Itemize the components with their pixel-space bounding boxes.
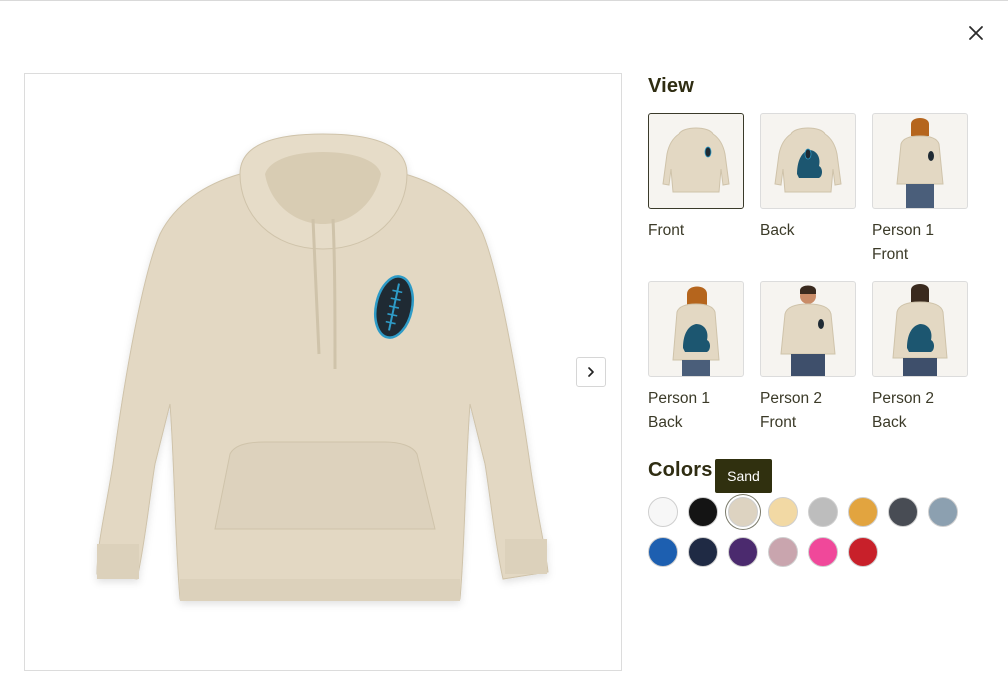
view-label-person-1-front: Person 1 Front	[872, 222, 935, 263]
person-1-back-thumb	[672, 286, 720, 376]
swatch-purple[interactable]	[728, 537, 758, 567]
swatch-navy[interactable]	[688, 537, 718, 567]
view-item-person-2-front[interactable]: Person 2 Front	[760, 281, 856, 435]
color-tooltip: Sand	[715, 459, 772, 493]
swatch-slate-blue[interactable]	[928, 497, 958, 527]
view-thumb-back	[760, 113, 856, 209]
swatch-charcoal[interactable]	[888, 497, 918, 527]
swatch-black[interactable]	[688, 497, 718, 527]
view-label-person-2-back: Person 2 Back	[872, 390, 935, 431]
swatch-royal-blue[interactable]	[648, 537, 678, 567]
view-thumb-front	[648, 113, 744, 209]
hoodie-image	[96, 133, 549, 601]
view-thumb-person-2-front	[760, 281, 856, 377]
swatch-sand[interactable]	[728, 497, 758, 527]
view-label-front: Front	[648, 222, 685, 239]
swatch-pink[interactable]	[808, 537, 838, 567]
swatch-cream[interactable]	[768, 497, 798, 527]
view-label-person-2-front: Person 2 Front	[760, 390, 823, 431]
view-label-person-1-back: Person 1 Back	[648, 390, 711, 431]
swatch-red[interactable]	[848, 537, 878, 567]
view-label-back: Back	[760, 222, 795, 239]
colors-title: Colors	[648, 459, 713, 481]
view-item-back[interactable]: Back	[760, 113, 856, 243]
view-title: View	[648, 75, 695, 97]
hoodie-front-thumb	[662, 127, 730, 193]
swatch-heather-grey[interactable]	[808, 497, 838, 527]
modal-top-border	[0, 0, 1008, 1]
chevron-right-icon	[588, 367, 594, 377]
view-item-person-2-back[interactable]: Person 2 Back	[872, 281, 968, 435]
person-2-front-thumb	[780, 285, 836, 376]
person-2-back-thumb	[892, 284, 948, 376]
swatch-white[interactable]	[648, 497, 678, 527]
hoodie-back-thumb	[774, 127, 842, 193]
close-button[interactable]	[962, 19, 990, 47]
view-item-front[interactable]: Front	[648, 113, 744, 243]
person-1-front-thumb	[896, 118, 944, 208]
view-thumb-person-1-front	[872, 113, 968, 209]
main-product-image	[24, 73, 622, 671]
next-image-button[interactable]	[576, 357, 606, 387]
close-icon	[969, 26, 983, 40]
view-thumb-person-2-back	[872, 281, 968, 377]
swatch-gold[interactable]	[848, 497, 878, 527]
view-item-person-1-front[interactable]: Person 1 Front	[872, 113, 968, 267]
swatch-mauve[interactable]	[768, 537, 798, 567]
view-thumb-person-1-back	[648, 281, 744, 377]
view-item-person-1-back[interactable]: Person 1 Back	[648, 281, 744, 435]
